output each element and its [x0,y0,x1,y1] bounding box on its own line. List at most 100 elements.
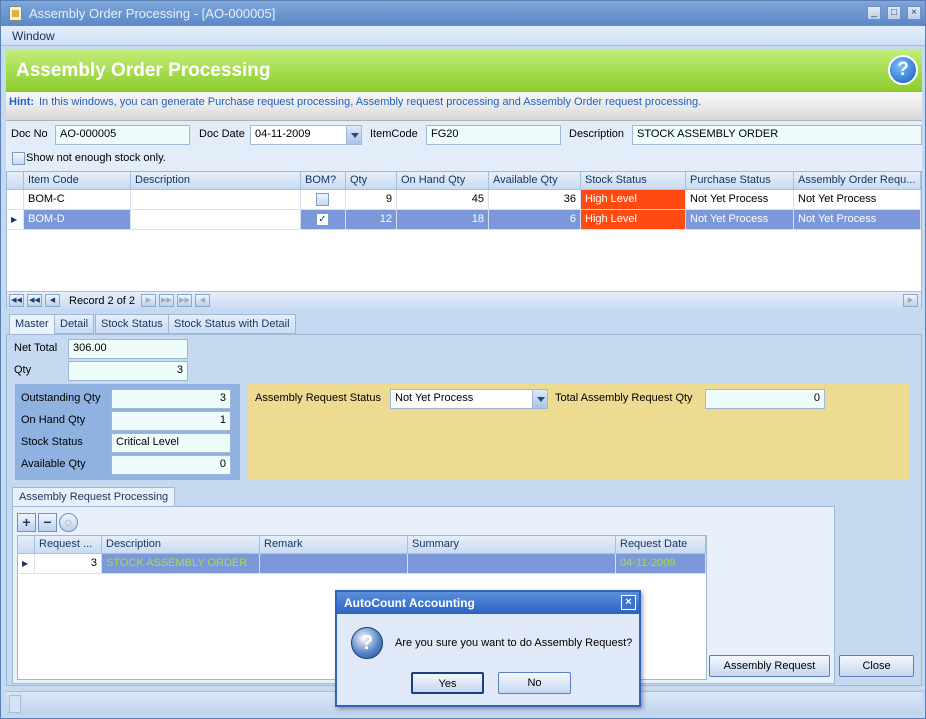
row-pointer-icon: ▶ [18,554,35,574]
qty-cell[interactable]: 12 [346,210,397,230]
total-assembly-request-qty-field[interactable]: 0 [705,389,825,409]
cancel-icon[interactable]: ○ [59,513,78,532]
on-hand-cell[interactable]: 45 [397,190,489,210]
window-title: Assembly Order Processing - [AO-000005] [29,6,276,21]
chevron-down-icon[interactable] [532,390,547,408]
prev-page-icon[interactable]: ◀◀ [27,294,42,307]
remove-icon[interactable]: − [38,513,57,532]
menu-bar: Window [1,26,925,46]
column-header[interactable]: BOM? [301,172,346,190]
date-cell[interactable]: 04-11-2009 [616,554,706,574]
tab-master[interactable]: Master [9,314,55,335]
column-header[interactable]: Assembly Order Requ... [794,172,921,190]
doc-no-label: Doc No [11,128,48,140]
description-cell[interactable] [131,210,301,230]
dialog-title: AutoCount Accounting [344,596,475,610]
description-cell[interactable]: STOCK ASSEMBLY ORDER [102,554,260,574]
outstanding-field[interactable]: 3 [111,389,231,409]
stock-status-cell[interactable]: High Level [581,210,686,230]
prev-record-icon[interactable]: ◀ [45,294,60,307]
column-header[interactable]: Description [102,536,260,554]
qty-field[interactable]: 3 [68,361,188,381]
bom-checkbox[interactable] [316,193,329,206]
tab-stock-status[interactable]: Stock Status [95,314,169,334]
column-header[interactable]: Summary [408,536,616,554]
maximize-icon[interactable]: □ [887,6,901,20]
purchase-status-cell[interactable]: Not Yet Process [686,210,794,230]
yes-button[interactable]: Yes [411,672,484,694]
header-panel: Doc No AO-000005 Doc Date 04-11-2009 Ite… [6,121,922,171]
next-page-icon[interactable]: ▶▶ [159,294,174,307]
stock-status-cell[interactable]: High Level [581,190,686,210]
tab-stock-status-detail[interactable]: Stock Status with Detail [168,314,296,334]
bom-checkbox-checked[interactable]: ✓ [316,213,329,226]
stock-status-field[interactable]: Critical Level [111,433,231,453]
column-header[interactable]: Request ... [35,536,102,554]
first-record-icon[interactable]: ◀◀ [9,294,24,307]
tab-assembly-request-processing[interactable]: Assembly Request Processing [12,487,176,507]
doc-date-field[interactable]: 04-11-2009 [250,125,362,145]
item-code-cell[interactable]: BOM-C [24,190,131,210]
no-button[interactable]: No [498,672,571,694]
menu-window[interactable]: Window [12,29,55,43]
prev-scroll-icon[interactable]: ◀ [195,294,210,307]
assembly-request-status-select[interactable]: Not Yet Process [390,389,548,409]
minimize-icon[interactable]: _ [867,6,881,20]
assembly-request-status-label: Assembly Request Status [255,392,381,404]
show-not-enough-checkbox[interactable] [12,152,25,165]
column-header[interactable]: Request Date [616,536,706,554]
column-header[interactable]: Remark [260,536,408,554]
on-hand-cell[interactable]: 18 [397,210,489,230]
scroll-right-icon[interactable]: ▶ [903,294,918,307]
bom-cell[interactable] [301,190,346,210]
close-button[interactable]: Close [839,655,914,677]
available-cell[interactable]: 36 [489,190,581,210]
chevron-down-icon[interactable] [346,126,361,144]
request-cell[interactable]: 3 [35,554,102,574]
status-grip [9,695,21,713]
column-header[interactable]: Description [131,172,301,190]
assembly-status-cell[interactable]: Not Yet Process [794,210,921,230]
purchase-status-cell[interactable]: Not Yet Process [686,190,794,210]
record-navigator: ◀◀ ◀◀ ◀ Record 2 of 2 ▶ ▶▶ ▶▶ ◀ ▶ [7,291,921,309]
column-header[interactable]: Qty [346,172,397,190]
confirm-dialog: AutoCount Accounting × ? Are you sure yo… [335,590,641,707]
available-cell[interactable]: 6 [489,210,581,230]
item-code-cell[interactable]: BOM-D [24,210,131,230]
column-header[interactable]: Item Code [24,172,131,190]
item-code-field[interactable]: FG20 [426,125,561,145]
remark-cell[interactable] [260,554,408,574]
column-header[interactable]: On Hand Qty [397,172,489,190]
on-hand-field[interactable]: 1 [111,411,231,431]
doc-no-field[interactable]: AO-000005 [55,125,190,145]
help-icon[interactable]: ? [888,55,918,85]
assembly-status-cell[interactable]: Not Yet Process [794,190,921,210]
net-total-field[interactable]: 306.00 [68,339,188,359]
stock-info-box: Outstanding Qty 3 On Hand Qty 1 Stock St… [15,384,240,480]
hint-text: In this windows, you can generate Purcha… [39,96,702,108]
dialog-message: Are you sure you want to do Assembly Req… [395,637,633,649]
qty-cell[interactable]: 9 [346,190,397,210]
description-field[interactable]: STOCK ASSEMBLY ORDER [632,125,922,145]
tab-detail[interactable]: Detail [54,314,95,334]
last-record-icon[interactable]: ▶▶ [177,294,192,307]
next-record-icon[interactable]: ▶ [141,294,156,307]
qty-label: Qty [14,364,32,376]
bom-grid: Item Code Description BOM? Qty On Hand Q… [6,171,922,309]
doc-date-label: Doc Date [199,128,245,140]
summary-cell[interactable] [408,554,616,574]
description-cell[interactable] [131,190,301,210]
assembly-request-button[interactable]: Assembly Request [709,655,830,677]
assembly-request-box: Assembly Request Status Not Yet Process … [247,384,909,480]
on-hand-label: On Hand Qty [21,414,86,426]
bom-cell[interactable]: ✓ [301,210,346,230]
dialog-close-icon[interactable]: × [621,595,636,610]
column-header[interactable]: Purchase Status [686,172,794,190]
add-icon[interactable]: + [17,513,36,532]
column-header[interactable]: Stock Status [581,172,686,190]
available-field[interactable]: 0 [111,455,231,475]
close-icon[interactable]: × [907,6,921,20]
title-bar: Assembly Order Processing - [AO-000005] … [1,1,925,26]
row-pointer-icon: ▶ [7,210,24,230]
column-header[interactable]: Available Qty [489,172,581,190]
